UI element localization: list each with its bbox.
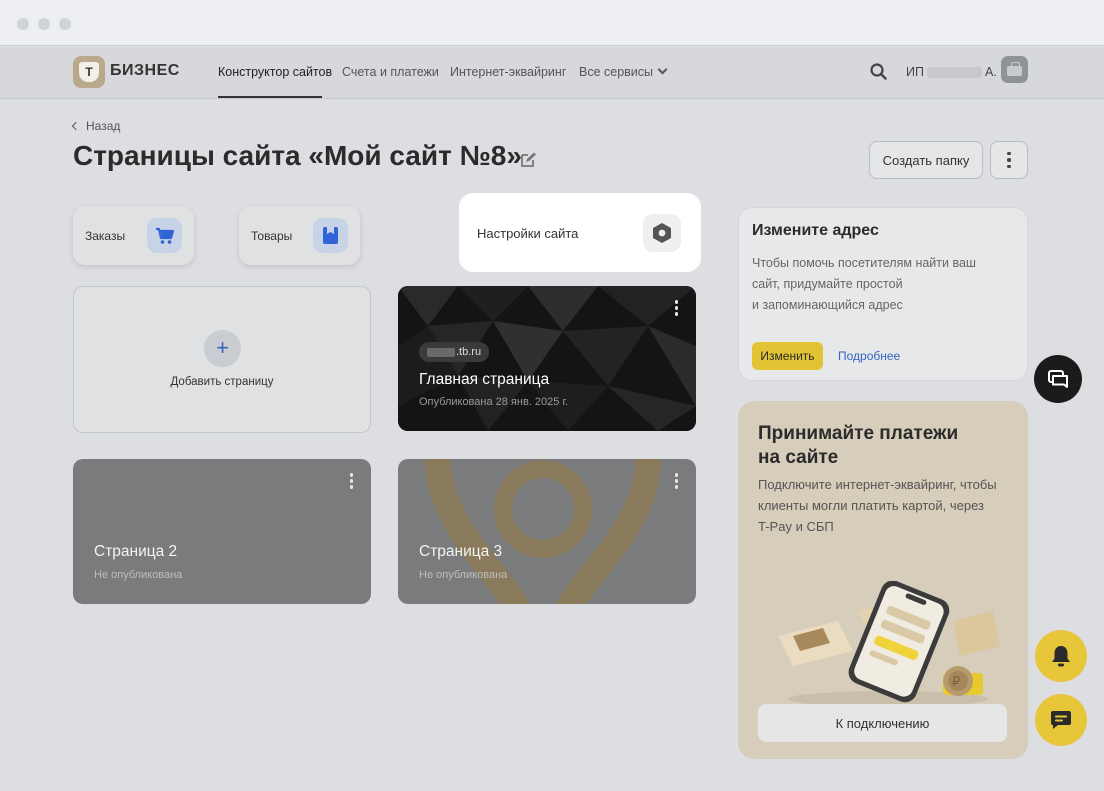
change-address-button[interactable]: Изменить	[752, 342, 823, 370]
window-maximize-dot[interactable]	[59, 18, 71, 30]
nav-acquiring[interactable]: Интернет-эквайринг	[450, 65, 566, 79]
connect-acquiring-button[interactable]: К подключению	[758, 704, 1007, 742]
blurred-user-name	[926, 67, 982, 79]
address-card-text-1: Чтобы помочь посетителям найти ваш	[752, 256, 976, 270]
learn-more-link[interactable]: Подробнее	[838, 349, 900, 363]
address-card-text-2: сайт, придумайте простой	[752, 277, 903, 291]
back-label: Назад	[86, 119, 121, 133]
window-minimize-dot[interactable]	[38, 18, 50, 30]
page-main-menu-icon[interactable]	[674, 300, 678, 316]
page-3-menu-icon[interactable]	[674, 473, 678, 489]
user-prefix: ИП	[906, 65, 924, 79]
product-box-icon	[313, 218, 348, 253]
more-options-button[interactable]	[990, 141, 1028, 179]
chevron-left-icon	[71, 121, 81, 131]
page-card-3[interactable]: Страница 3 Не опубликована	[398, 459, 696, 604]
avatar[interactable]	[1001, 56, 1028, 83]
page-3-status: Не опубликована	[419, 569, 508, 581]
chevron-down-icon	[657, 64, 668, 75]
settings-hexagon-icon	[643, 214, 681, 252]
svg-text:₽: ₽	[952, 675, 960, 690]
change-address-card: Измените адрес Чтобы помочь посетителям …	[738, 207, 1028, 381]
orders-label: Заказы	[85, 229, 126, 243]
top-header: Т БИЗНЕС Конструктор сайтов Счета и плат…	[0, 47, 1104, 99]
window-close-dot[interactable]	[17, 18, 29, 30]
nav-all-services[interactable]: Все сервисы	[579, 64, 668, 79]
logo-letter: Т	[79, 62, 99, 82]
products-label: Товары	[251, 229, 293, 243]
orders-card[interactable]: Заказы	[73, 206, 194, 265]
address-card-text-3: и запоминающийся адрес	[752, 298, 903, 312]
create-folder-button[interactable]: Создать папку	[869, 141, 983, 179]
nav-all-services-label: Все сервисы	[579, 65, 654, 79]
phone-payment-illustration: ₽	[778, 581, 1000, 706]
location-pin-illustration	[425, 459, 661, 604]
chat-window-button[interactable]	[1034, 355, 1082, 403]
chat-windows-icon	[1048, 370, 1068, 388]
payments-text-3: T-Pay и СБП	[758, 519, 834, 534]
edit-pencil-icon[interactable]	[519, 151, 537, 169]
payments-title-2: на сайте	[758, 447, 839, 468]
user-menu[interactable]: ИП А.	[906, 65, 997, 79]
page-2-title: Страница 2	[94, 543, 178, 560]
plus-icon: +	[204, 330, 241, 367]
site-settings-label: Настройки сайта	[477, 226, 579, 241]
nav-invoices[interactable]: Счета и платежи	[342, 65, 439, 79]
back-link[interactable]: Назад	[71, 119, 121, 133]
page-main-title: Главная страница	[419, 371, 550, 388]
domain-badge[interactable]: .tb.ru	[419, 342, 490, 362]
cart-icon	[147, 218, 182, 253]
payments-text-1: Подключите интернет-эквайринг, чтобы	[758, 477, 997, 492]
page-card-main[interactable]: .tb.ru Главная страница Опубликована 28 …	[398, 286, 696, 431]
page-3-title: Страница 3	[419, 543, 503, 560]
user-suffix: А.	[984, 65, 997, 79]
products-card[interactable]: Товары	[239, 206, 360, 265]
notifications-button[interactable]	[1035, 630, 1087, 682]
briefcase-icon	[1007, 62, 1022, 76]
page-main-status: Опубликована 28 янв. 2025 г.	[419, 396, 569, 408]
nav-site-builder[interactable]: Конструктор сайтов	[218, 65, 332, 79]
bell-icon	[1052, 646, 1070, 667]
blurred-domain	[427, 347, 455, 357]
chat-bubble-icon	[1051, 711, 1071, 729]
domain-suffix: .tb.ru	[456, 346, 482, 358]
search-icon[interactable]	[870, 63, 887, 80]
site-settings-card[interactable]: Настройки сайта	[459, 193, 701, 272]
add-page-card[interactable]: + Добавить страницу	[73, 286, 371, 433]
page-title: Страницы сайта «Мой сайт №8»	[73, 140, 522, 171]
brand-name[interactable]: БИЗНЕС	[110, 62, 180, 80]
page-2-status: Не опубликована	[94, 569, 183, 581]
payments-text-2: клиенты могли платить картой, через	[758, 498, 985, 513]
page-card-2[interactable]: Страница 2 Не опубликована	[73, 459, 371, 604]
page-2-menu-icon[interactable]	[349, 473, 353, 489]
active-tab-indicator	[218, 96, 322, 98]
support-chat-button[interactable]	[1035, 694, 1087, 746]
address-card-title: Измените адрес	[752, 222, 879, 239]
brand-logo-icon[interactable]: Т	[73, 56, 105, 88]
add-page-label: Добавить страницу	[170, 376, 274, 388]
payments-title-1: Принимайте платежи	[758, 423, 959, 444]
browser-chrome	[0, 0, 1104, 46]
payments-promo-card: Принимайте платежи на сайте Подключите и…	[738, 401, 1028, 759]
